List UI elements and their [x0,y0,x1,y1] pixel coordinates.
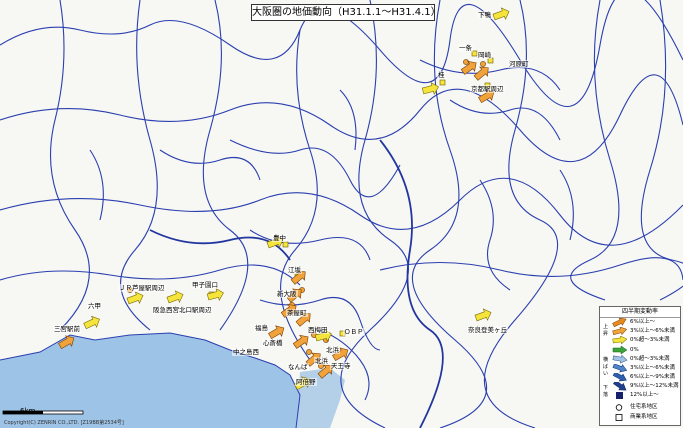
label-kyoto-eki: 京都駅周辺 [470,85,505,93]
label-ichijo: 一条 [458,44,473,52]
label-kawaramachi: 河原町 [508,60,530,68]
legend-row: 12%以上〜 [602,391,680,400]
label-chayamachi: 茶屋町 [286,309,308,317]
label-kobe-sannomiya: 三宮駅前 [53,325,81,333]
legend: 四半期変動率 上昇 横ばい 下落 6%以上〜 3%以上〜6%未満 0%超〜3%未… [599,306,681,426]
label-nara: 奈良登美ヶ丘 [467,326,508,334]
label-r-ashiya: ＪＲ芦屋駅周辺 [118,284,166,292]
scale-label: 6km [20,407,36,415]
label-kitaba: 北浜 [314,357,329,365]
label-hankyu-nishinomiya: 阪急西宮北口駅周辺 [152,306,213,314]
legend-row: 0% [602,346,680,355]
legend-row: 住宅系地区 [602,403,680,412]
legend-title: 四半期変動率 [600,308,680,318]
legend-row: 6%以上〜 [602,318,680,327]
label-shin-osaka: 新大阪 [276,290,298,298]
label-namba: なんば [287,363,309,371]
label-esaka: 江坂 [287,266,302,274]
label-nishi-umeda: 西梅田 [307,326,329,334]
label-kitahama: 北浜 [325,346,340,354]
label-rokko: 六甲 [87,302,102,310]
legend-row: 9%以上〜12%未満 [602,382,680,391]
scale-bar [2,410,84,415]
label-fukushima: 福島 [254,324,269,332]
legend-row: 3%以上〜6%未満 [602,327,680,336]
legend-row: 3%以上〜6%未満 [602,364,680,373]
label-obp: ＯＢＰ [343,328,365,336]
legend-row: 0%超〜3%未満 [602,336,680,345]
label-nakanoshima: 中之島西 [232,348,260,356]
legend-row: 6%以上〜9%未満 [602,373,680,382]
label-tennoji: 天王寺 [330,362,352,370]
copyright: Copyright(C) ZENRIN CO.,LTD. [Z19BB第2534… [4,420,124,426]
map-title: 大阪圏の地価動向（H31.1.1〜H31.4.1） [251,4,435,21]
label-abeno: 阿倍野 [295,378,317,386]
label-toyonaka: 豊中 [272,234,287,242]
legend-row: 商業系地区 [602,413,680,422]
legend-row: 0%超〜3%未満 [602,355,680,364]
label-koshien: 甲子園口 [191,281,219,289]
label-shimogamo: 下鴨 [477,11,492,19]
label-katsura: 桂 [437,71,446,79]
label-okazaki: 岡崎 [477,51,492,59]
label-shinsaibashi: 心斎橋 [262,339,284,347]
